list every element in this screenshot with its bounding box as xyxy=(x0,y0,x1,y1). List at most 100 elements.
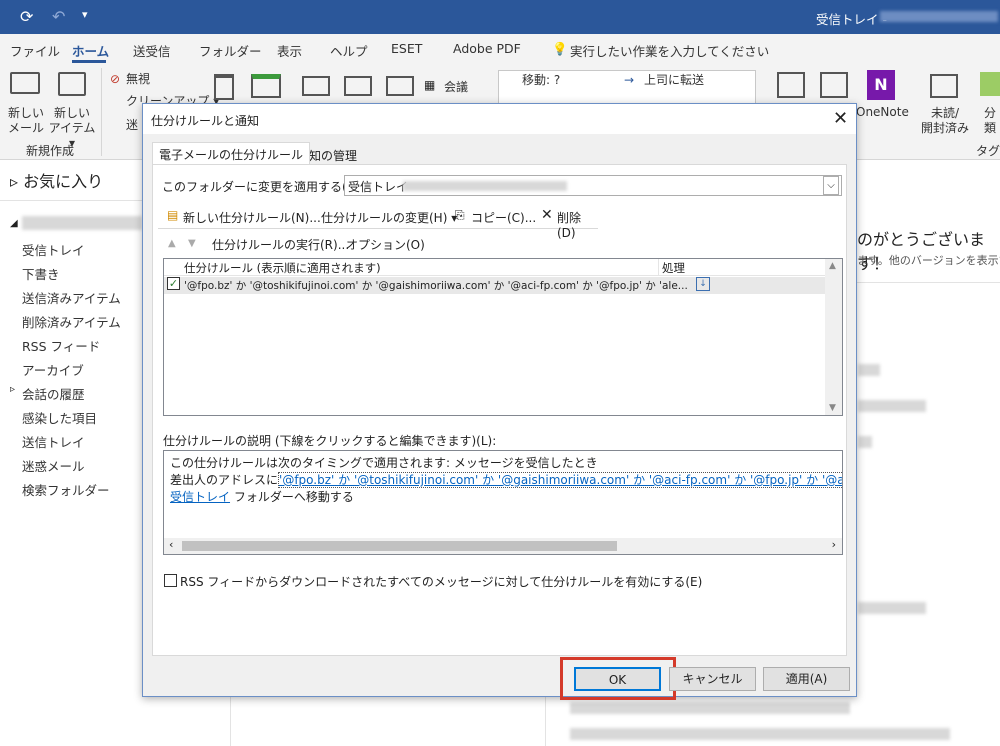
window-title: 受信トレイ - xyxy=(816,12,887,27)
junk-button[interactable]: 迷 xyxy=(126,118,138,133)
reply-all-icon[interactable] xyxy=(344,76,372,96)
folder-deleted[interactable]: 削除済みアイテム xyxy=(22,312,121,331)
title-bar: ⟳ ↶ ▾ 受信トレイ - xyxy=(0,0,1000,34)
rules-scrollbar[interactable]: ▲ ▼ xyxy=(825,259,842,415)
column-divider xyxy=(658,259,659,276)
rule-name: '@fpo.bz' か '@toshikifujinoi.com' か '@ga… xyxy=(184,280,688,292)
history-expand-icon[interactable]: ▹ xyxy=(10,384,15,395)
column-rule[interactable]: 仕分けルール (表示順に適用されます) xyxy=(184,260,381,276)
folder-search[interactable]: 検索フォルダー xyxy=(22,480,110,499)
description-line-3: 受信トレイ フォルダーへ移動する xyxy=(170,490,354,504)
scroll-up-icon[interactable]: ▲ xyxy=(829,261,836,271)
options-button[interactable]: オプション(O) xyxy=(346,236,425,253)
rules-panel: このフォルダーに変更を適用する(F): 受信トレイ ⌵ ▤ 新しい仕分けルール(… xyxy=(152,164,847,656)
onenote-icon[interactable]: N xyxy=(867,70,895,100)
new-mail-button[interactable]: 新しい メール xyxy=(4,106,48,136)
folder-select[interactable]: 受信トレイ ⌵ xyxy=(344,175,842,196)
delete-x-icon: ✕ xyxy=(541,207,553,223)
blurred-email xyxy=(403,181,567,191)
delete-button[interactable]: 削除(D) xyxy=(557,209,598,240)
active-tab-indicator xyxy=(72,60,106,63)
move-up-icon[interactable]: ▲ xyxy=(168,238,176,249)
inbox-folder-link[interactable]: 受信トレイ xyxy=(170,490,230,504)
menu-help[interactable]: ヘルプ xyxy=(330,41,368,60)
rule-row[interactable]: ✓ '@fpo.bz' か '@toshikifujinoi.com' か '@… xyxy=(164,277,825,294)
rule-checkbox[interactable]: ✓ xyxy=(167,277,180,290)
menu-view[interactable]: 表示 xyxy=(277,41,302,60)
scroll-right-icon[interactable]: › xyxy=(832,538,836,551)
menu-bar: ファイル ホーム 送受信 フォルダー 表示 ヘルプ ESET Adobe PDF… xyxy=(0,34,1000,64)
menu-adobe-pdf[interactable]: Adobe PDF xyxy=(453,41,521,56)
blurred-text xyxy=(858,436,872,448)
tags-group-label: タグ xyxy=(976,144,1000,158)
folder-infected[interactable]: 感染した項目 xyxy=(22,408,97,427)
description-scrollbar[interactable]: ‹ › xyxy=(164,538,842,554)
scroll-down-icon[interactable]: ▼ xyxy=(829,403,836,413)
description-line-2: 差出人のアドレスに'@fpo.bz' か '@toshikifujinoi.co… xyxy=(170,471,842,488)
delete-icon[interactable] xyxy=(214,74,234,100)
lightbulb-icon: 💡 xyxy=(552,41,568,56)
folder-inbox[interactable]: 受信トレイ xyxy=(22,240,85,259)
read-unread-icon[interactable] xyxy=(930,74,958,98)
folder-junk[interactable]: 迷惑メール xyxy=(22,456,85,475)
rss-checkbox[interactable] xyxy=(164,574,177,587)
archive-icon[interactable] xyxy=(251,74,281,98)
move-down-icon[interactable]: ▼ xyxy=(188,238,196,249)
close-icon[interactable]: ✕ xyxy=(833,108,848,129)
scroll-thumb[interactable] xyxy=(182,541,617,551)
quickstep-forward-boss[interactable]: 上司に転送 xyxy=(644,73,704,88)
apply-button[interactable]: 適用(A) xyxy=(763,667,850,691)
favorites-header[interactable]: ▹ お気に入り xyxy=(10,168,103,192)
new-rule-icon: ▤ xyxy=(167,208,179,222)
sync-icon[interactable]: ⟳ xyxy=(20,7,33,26)
forward-icon[interactable] xyxy=(386,76,414,96)
folder-archive[interactable]: アーカイブ xyxy=(22,360,84,379)
run-rules-button[interactable]: 仕分けルールの実行(R)... xyxy=(212,236,349,253)
rules-icon[interactable] xyxy=(820,72,848,98)
menu-home[interactable]: ホーム xyxy=(72,41,109,60)
menu-file[interactable]: ファイル xyxy=(10,41,60,60)
tab-email-rules[interactable]: 電子メールの仕分けルール xyxy=(152,142,311,164)
new-item-icon[interactable] xyxy=(58,72,86,96)
scroll-left-icon[interactable]: ‹ xyxy=(169,538,173,551)
tell-me-input[interactable]: 実行したい作業を入力してください xyxy=(570,41,769,60)
blurred-text xyxy=(858,400,926,412)
quick-access-dropdown-icon[interactable]: ▾ xyxy=(82,8,88,21)
meeting-button[interactable]: 会議 xyxy=(444,80,468,95)
description-line-1: この仕分けルールは次のタイミングで適用されます: メッセージを受信したとき xyxy=(170,456,598,470)
ok-button[interactable]: OK xyxy=(574,667,661,691)
dialog-title: 仕分けルールと通知 xyxy=(151,114,260,128)
folder-drafts[interactable]: 下書き xyxy=(22,264,60,283)
menu-folder[interactable]: フォルダー xyxy=(199,41,262,60)
folder-outbox[interactable]: 送信トレイ xyxy=(22,432,85,451)
rules-toolbar: ▤ 新しい仕分けルール(N)... 仕分けルールの変更(H) ▾ ⎘ コピー(C… xyxy=(158,205,598,240)
read-unread-button[interactable]: 未読/開封済み xyxy=(918,106,972,136)
categorize-icon[interactable] xyxy=(980,72,1000,96)
dialog-title-bar: 仕分けルールと通知 ✕ xyxy=(143,104,856,134)
onenote-button[interactable]: OneNote xyxy=(856,105,909,120)
folder-rss[interactable]: RSS フィード xyxy=(22,336,100,355)
column-action[interactable]: 処理 xyxy=(662,260,685,276)
account-expand-icon[interactable]: ◢ xyxy=(10,218,18,229)
quickstep-move[interactable]: 移動: ? xyxy=(522,73,560,88)
menu-send-receive[interactable]: 送受信 xyxy=(133,41,171,60)
new-mail-icon[interactable] xyxy=(10,72,40,94)
move-icon[interactable] xyxy=(777,72,805,98)
rules-and-alerts-dialog: 仕分けルールと通知 ✕ 電子メールの仕分けルール 通知の管理 このフォルダーに変… xyxy=(142,103,857,700)
blurred-account xyxy=(880,11,998,22)
categorize-button[interactable]: 分類 xyxy=(980,106,1000,136)
menu-eset[interactable]: ESET xyxy=(391,41,422,56)
chevron-down-icon[interactable]: ⌵ xyxy=(823,176,839,195)
ignore-button[interactable]: 無視 xyxy=(126,72,150,87)
copy-button[interactable]: コピー(C)... xyxy=(471,209,536,226)
reply-icon[interactable] xyxy=(302,76,330,96)
folder-conversation-history[interactable]: 会話の履歴 xyxy=(22,384,85,403)
folder-sent[interactable]: 送信済みアイテム xyxy=(22,288,121,307)
change-rule-button[interactable]: 仕分けルールの変更(H) ▾ xyxy=(321,209,457,226)
divider xyxy=(101,68,102,156)
rss-checkbox-label: RSS フィードからダウンロードされたすべてのメッセージに対して仕分けルールを有… xyxy=(180,575,703,589)
sender-address-link[interactable]: '@fpo.bz' か '@toshikifujinoi.com' か '@ga… xyxy=(278,472,842,488)
undo-icon[interactable]: ↶ xyxy=(52,7,65,26)
cancel-button[interactable]: キャンセル xyxy=(669,667,756,691)
new-rule-button[interactable]: 新しい仕分けルール(N)... xyxy=(183,209,321,226)
